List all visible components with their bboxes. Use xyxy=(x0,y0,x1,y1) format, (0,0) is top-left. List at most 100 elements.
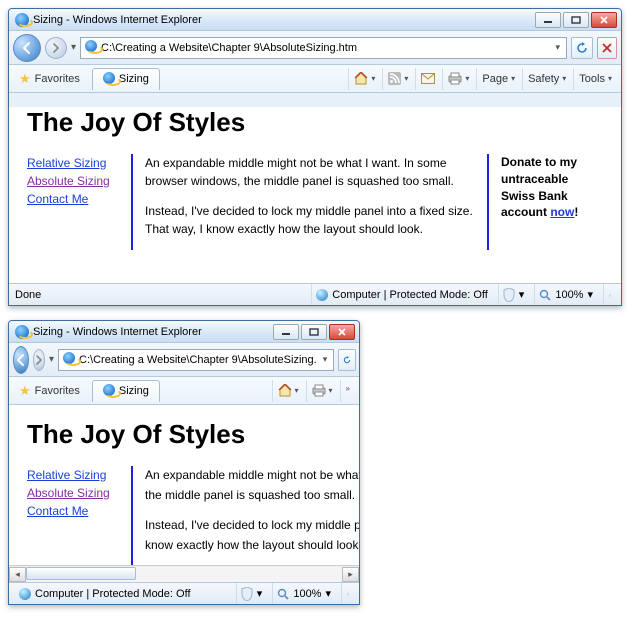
zoom-level: 100% xyxy=(555,289,583,301)
zoom-control[interactable]: 100% ▾ xyxy=(534,284,597,305)
tab-favicon-icon xyxy=(103,72,115,87)
security-zone[interactable]: Computer | Protected Mode: Off xyxy=(311,284,492,305)
security-zone[interactable]: Computer | Protected Mode: Off xyxy=(15,583,195,604)
status-text: Done xyxy=(15,289,41,301)
nav-history-dropdown[interactable]: ▾ xyxy=(49,354,54,365)
resize-grip[interactable] xyxy=(603,284,615,305)
read-mail-button[interactable] xyxy=(415,68,440,90)
link-absolute-sizing[interactable]: Absolute Sizing xyxy=(27,484,109,502)
page-heading: The Joy Of Styles xyxy=(27,107,621,138)
nav-toolbar: ▾ C:\Creating a Website\Chapter 9\Absolu… xyxy=(9,343,359,377)
refresh-button[interactable] xyxy=(571,37,593,59)
address-bar[interactable]: C:\Creating a Website\Chapter 9\Absolute… xyxy=(80,37,567,59)
zoom-control[interactable]: 100% ▾ xyxy=(272,583,335,604)
home-icon xyxy=(278,384,292,397)
page-heading: The Joy Of Styles xyxy=(27,419,359,450)
status-bar: Done Computer | Protected Mode: Off ▾ 10… xyxy=(9,283,621,305)
star-icon: ★ xyxy=(19,71,31,87)
maximize-button[interactable] xyxy=(563,12,589,28)
address-text: C:\Creating a Website\Chapter 9\Absolute… xyxy=(79,354,317,366)
favorites-label: Favorites xyxy=(35,385,80,397)
zoom-icon xyxy=(539,289,551,301)
chevron-down-icon: ▾ xyxy=(404,74,408,83)
minimize-button[interactable] xyxy=(273,324,299,340)
browser-tab[interactable]: Sizing xyxy=(92,68,160,90)
page-menu[interactable]: Page▾ xyxy=(476,68,520,90)
safety-menu[interactable]: Safety▾ xyxy=(522,68,571,90)
chevron-down-icon: ▾ xyxy=(325,587,331,600)
ie-window-wide: Sizing - Windows Internet Explorer ▾ C:\… xyxy=(8,8,622,306)
titlebar[interactable]: Sizing - Windows Internet Explorer xyxy=(9,321,359,343)
viewport: The Joy Of Styles Relative Sizing Absolu… xyxy=(9,405,359,565)
status-bar: Computer | Protected Mode: Off ▾ 100% ▾ xyxy=(9,582,359,604)
feeds-button[interactable]: ▾ xyxy=(382,68,413,90)
paragraph-line: the middle panel is squashed too small. xyxy=(145,486,355,504)
forward-button[interactable] xyxy=(33,349,45,371)
link-donate-now[interactable]: now xyxy=(550,205,574,219)
stop-button[interactable] xyxy=(597,37,617,59)
browser-tab[interactable]: Sizing xyxy=(92,380,160,402)
link-contact-me[interactable]: Contact Me xyxy=(27,190,109,208)
nav-toolbar: ▾ C:\Creating a Website\Chapter 9\Absolu… xyxy=(9,31,621,65)
window-title: Sizing - Windows Internet Explorer xyxy=(33,14,535,26)
security-indicator[interactable]: ▾ xyxy=(236,583,267,604)
tab-toolbar: ★ Favorites Sizing ▾ ▾ ▾ Page▾ Sa xyxy=(9,65,621,93)
favorites-button[interactable]: ★ Favorites xyxy=(13,381,86,401)
nav-history-dropdown[interactable]: ▾ xyxy=(71,42,76,53)
scroll-left-button[interactable]: ◂ xyxy=(9,567,26,582)
viewport: The Joy Of Styles Relative Sizing Absolu… xyxy=(9,107,621,283)
close-button[interactable] xyxy=(591,12,617,28)
link-relative-sizing[interactable]: Relative Sizing xyxy=(27,154,109,172)
link-relative-sizing[interactable]: Relative Sizing xyxy=(27,466,109,484)
favorites-button[interactable]: ★ Favorites xyxy=(13,69,86,89)
tools-menu[interactable]: Tools▾ xyxy=(573,68,617,90)
forward-button[interactable] xyxy=(45,37,67,59)
link-contact-me[interactable]: Contact Me xyxy=(27,502,109,520)
tab-label: Sizing xyxy=(119,73,149,85)
titlebar[interactable]: Sizing - Windows Internet Explorer xyxy=(9,9,621,31)
home-button[interactable]: ▾ xyxy=(348,68,380,90)
scroll-right-button[interactable]: ▸ xyxy=(342,567,359,582)
toolbar-overflow[interactable]: » xyxy=(340,380,355,402)
scroll-track[interactable] xyxy=(26,567,342,582)
resize-grip[interactable] xyxy=(341,583,353,604)
main-content: An expandable middle might not be what I… xyxy=(145,154,475,250)
shield-icon xyxy=(241,587,253,601)
refresh-button[interactable] xyxy=(338,349,356,371)
command-bar: ▾ ▾ » xyxy=(272,380,355,402)
scroll-thumb[interactable] xyxy=(26,567,136,580)
tab-toolbar: ★ Favorites Sizing ▾ ▾ » xyxy=(9,377,359,405)
address-dropdown-icon[interactable]: ▾ xyxy=(321,354,330,365)
horizontal-scrollbar[interactable]: ◂ ▸ xyxy=(9,565,359,582)
address-dropdown-icon[interactable]: ▾ xyxy=(553,42,562,53)
ie-logo-icon xyxy=(15,325,29,339)
back-button[interactable] xyxy=(13,34,41,62)
home-button[interactable]: ▾ xyxy=(272,380,304,402)
star-icon: ★ xyxy=(19,383,31,399)
chevron-down-icon: ▾ xyxy=(519,288,525,301)
print-button[interactable]: ▾ xyxy=(442,68,474,90)
chevron-down-icon: ▾ xyxy=(329,386,333,395)
ie-favicon-icon xyxy=(63,352,75,367)
print-button[interactable]: ▾ xyxy=(306,380,338,402)
link-absolute-sizing[interactable]: Absolute Sizing xyxy=(27,172,109,190)
maximize-button[interactable] xyxy=(301,324,327,340)
close-button[interactable] xyxy=(329,324,355,340)
security-indicator[interactable]: ▾ xyxy=(498,284,529,305)
paragraph: Instead, I've decided to lock my middle … xyxy=(145,202,475,238)
paragraph-line: An expandable middle might not be what I… xyxy=(145,466,355,484)
back-button[interactable] xyxy=(13,346,29,374)
ie-favicon-icon xyxy=(85,40,97,55)
ie-logo-icon xyxy=(15,13,29,27)
zoom-icon xyxy=(277,588,289,600)
chevron-down-icon: ▾ xyxy=(257,587,263,600)
zoom-level: 100% xyxy=(293,588,321,600)
window-title: Sizing - Windows Internet Explorer xyxy=(33,326,273,338)
address-text: C:\Creating a Website\Chapter 9\Absolute… xyxy=(101,42,549,54)
minimize-button[interactable] xyxy=(535,12,561,28)
feed-icon xyxy=(388,72,401,85)
paragraph-line: know exactly how the layout should look. xyxy=(145,536,355,554)
address-bar[interactable]: C:\Creating a Website\Chapter 9\Absolute… xyxy=(58,349,334,371)
chevron-down-icon: ▾ xyxy=(587,288,593,301)
protected-mode-text: Computer | Protected Mode: Off xyxy=(35,588,191,600)
